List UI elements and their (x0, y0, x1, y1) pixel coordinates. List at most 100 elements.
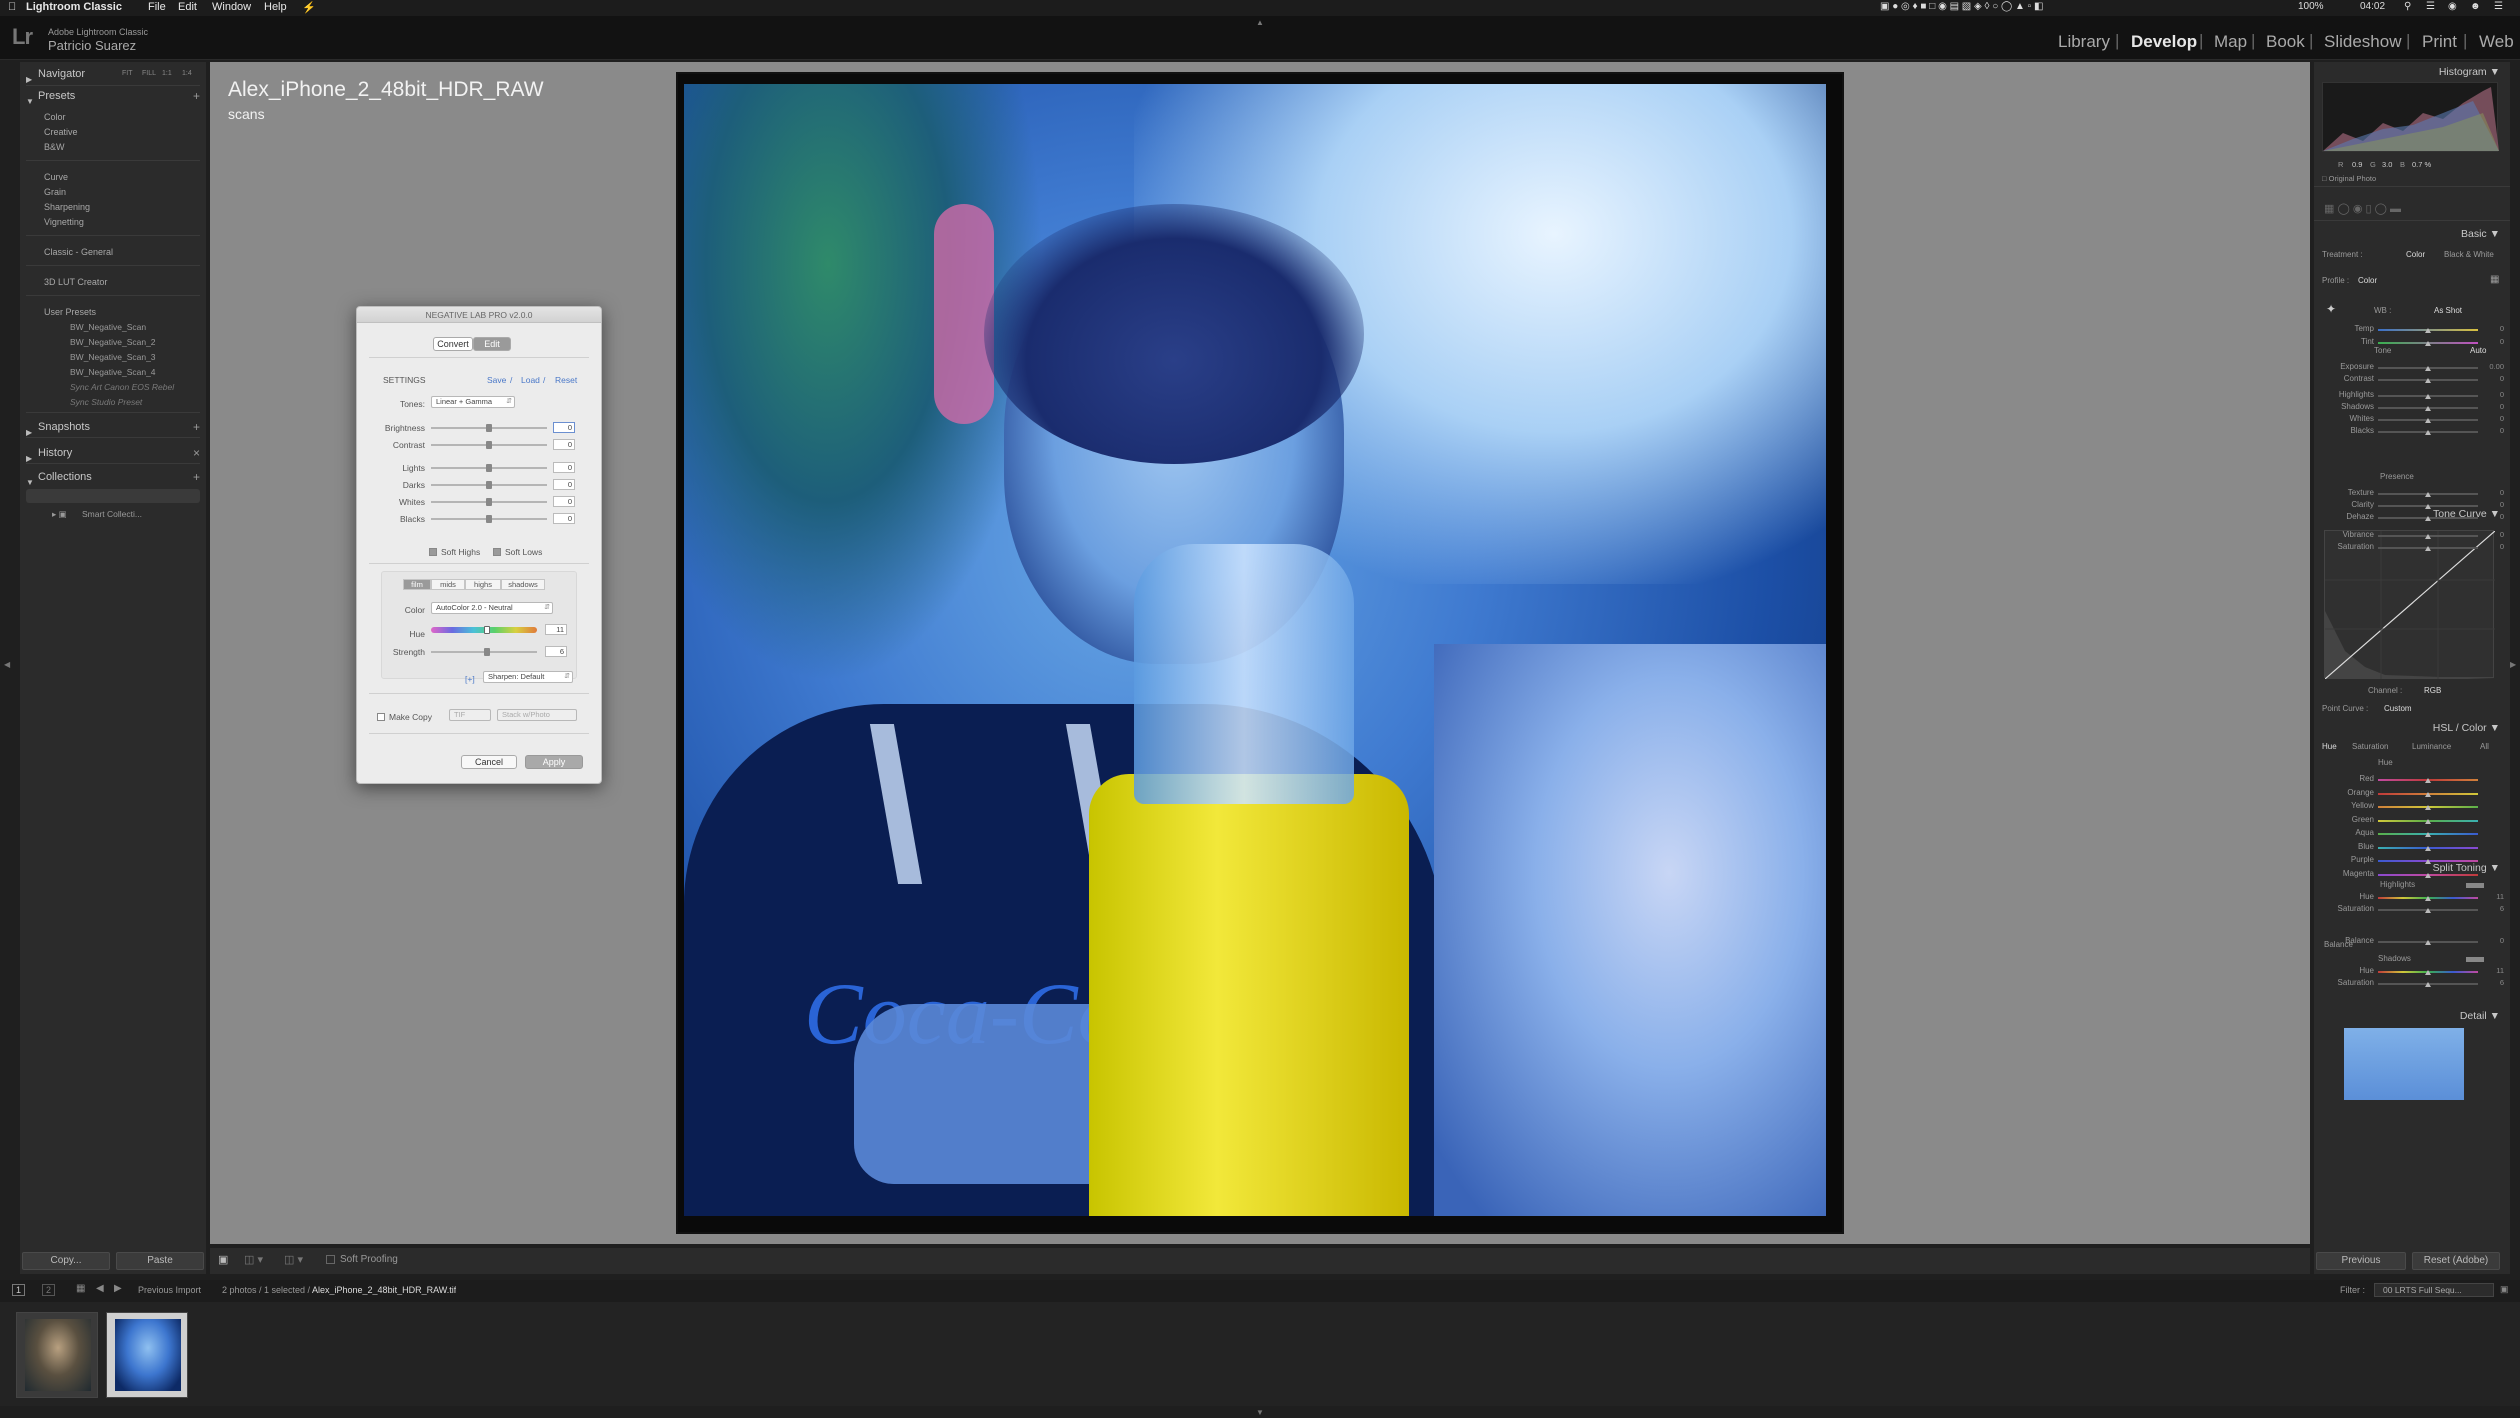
menu-edit[interactable]: Edit (178, 1, 197, 13)
collapse-left-icon[interactable]: ◀ (4, 660, 10, 669)
preset-group-creative[interactable]: Creative (44, 127, 78, 137)
collapse-top-icon[interactable]: ▲ (1256, 18, 1264, 27)
user-preset-item[interactable]: BW_Negative_Scan_4 (70, 367, 156, 377)
eyedropper-icon[interactable]: ✦ (2326, 302, 2336, 316)
tone-exposure-knob[interactable] (2425, 366, 2431, 371)
blacks-value[interactable]: 0 (553, 513, 575, 524)
hsl-red-knob[interactable] (2425, 778, 2431, 783)
tone-highlights-value[interactable]: 0 (2482, 390, 2504, 399)
menu-file[interactable]: File (148, 1, 166, 13)
user-preset-item[interactable]: BW_Negative_Scan_2 (70, 337, 156, 347)
lights-knob[interactable] (486, 464, 492, 472)
app-menu[interactable]: Lightroom Classic (26, 1, 122, 13)
thumbnail-1[interactable] (16, 1312, 98, 1398)
user-preset-item[interactable]: BW_Negative_Scan_3 (70, 352, 156, 362)
clock[interactable]: 04:02 (2360, 1, 2385, 12)
st-balance-knob[interactable] (2425, 940, 2431, 945)
tone-blacks-value[interactable]: 0 (2482, 426, 2504, 435)
tone-whites-value[interactable]: 0 (2482, 414, 2504, 423)
st-shadow-hue-knob[interactable] (2425, 970, 2431, 975)
snapshots-header[interactable]: ▶ Snapshots + (20, 417, 206, 437)
tone-exposure-value[interactable]: 0.00 (2482, 362, 2504, 371)
battery-percent[interactable]: 100% (2298, 1, 2324, 12)
forward-arrow-icon[interactable]: ▶ (114, 1283, 122, 1294)
back-arrow-icon[interactable]: ◀ (96, 1283, 104, 1294)
format-dropdown[interactable]: TIF (449, 709, 491, 721)
soft-highs-checkbox[interactable] (429, 548, 437, 556)
presence-clarity-value[interactable]: 0 (2482, 500, 2504, 509)
blacks-knob[interactable] (486, 515, 492, 523)
wb-temp-knob[interactable] (2425, 328, 2431, 333)
tone-shadows-knob[interactable] (2425, 406, 2431, 411)
basic-header[interactable]: Basic ▼ (2461, 228, 2500, 240)
wb-temp-value[interactable]: 0 (2482, 324, 2504, 333)
soft-lows-checkbox[interactable] (493, 548, 501, 556)
whites-value[interactable]: 0 (553, 496, 575, 507)
preset-group-curve[interactable]: Curve (44, 172, 68, 182)
hue-value[interactable]: 11 (545, 624, 567, 635)
selected-filename[interactable]: Alex_iPhone_2_48bit_HDR_RAW.tif (312, 1285, 456, 1295)
preset-group-sharpening[interactable]: Sharpening (44, 202, 90, 212)
auto-tone-button[interactable]: Auto (2470, 346, 2486, 355)
collection-filter[interactable] (26, 489, 200, 503)
tone-curve-graph[interactable] (2324, 530, 2496, 680)
wb-tint-knob[interactable] (2425, 341, 2431, 346)
preset-group-vignetting[interactable]: Vignetting (44, 217, 84, 227)
tone-shadows-value[interactable]: 0 (2482, 402, 2504, 411)
reset-link[interactable]: Reset (555, 375, 577, 385)
hsl-tab-saturation[interactable]: Saturation (2352, 742, 2388, 751)
profile-browser-icon[interactable]: ▦ (2490, 274, 2499, 285)
hsl-green-knob[interactable] (2425, 818, 2431, 824)
collapse-right-icon[interactable]: ▶ (2510, 660, 2516, 669)
module-print[interactable]: Print (2422, 32, 2457, 52)
hsl-blue-knob[interactable] (2425, 845, 2431, 851)
detail-preview[interactable] (2344, 1028, 2464, 1100)
tone-contrast-knob[interactable] (2425, 378, 2431, 383)
smart-collection[interactable]: Smart Collecti... (82, 509, 142, 519)
compare-icon[interactable]: ◫ ▾ (284, 1253, 303, 1266)
load-link[interactable]: Load (521, 375, 540, 385)
st-shadow-hue-value[interactable]: 11 (2482, 966, 2504, 975)
tab-convert[interactable]: Convert (433, 337, 473, 351)
photo-preview[interactable]: Coca-Cola (676, 72, 1844, 1234)
status-icons[interactable]: ▣ ● ◎ ♦ ■ □ ◉ ▤ ▧ ◈ ◊ ○ ◯ ▲ ▫ ◧ (1880, 1, 2043, 12)
previous-button[interactable]: Previous (2316, 1252, 2406, 1270)
module-map[interactable]: Map (2214, 32, 2247, 52)
user-icon[interactable]: ☻ (2470, 1, 2481, 12)
filter-lock-icon[interactable]: ▣ (2500, 1284, 2509, 1295)
make-copy-checkbox[interactable] (377, 713, 385, 721)
color-dropdown[interactable]: AutoColor 2.0 - Neutral ⇵ (431, 602, 553, 614)
menu-help[interactable]: Help (264, 1, 287, 13)
tab-edit[interactable]: Edit (473, 337, 511, 351)
tool-strip-icons[interactable]: ▦ ◯ ◉ ▯ ◯ ▬ (2324, 202, 2401, 215)
presence-saturation-value[interactable]: 0 (2482, 542, 2504, 551)
before-after-icon[interactable]: ◫ ▾ (244, 1253, 263, 1266)
smart-collection-icon[interactable]: ▸ ▣ (52, 509, 67, 520)
tone-contrast-value[interactable]: 0 (2482, 374, 2504, 383)
display-2-button[interactable]: 2 (42, 1284, 56, 1296)
collapse-bottom-icon[interactable]: ▼ (1256, 1408, 1264, 1417)
preset-group-classic[interactable]: Classic - General (44, 247, 113, 257)
collections-header[interactable]: ▼ Collections + (20, 467, 206, 487)
search-icon[interactable]: ⚲ (2404, 1, 2411, 12)
treatment-bw[interactable]: Black & White (2444, 250, 2494, 259)
treatment-color[interactable]: Color (2406, 250, 2425, 259)
presence-vibrance-knob[interactable] (2425, 534, 2431, 539)
hsl-tab-luminance[interactable]: Luminance (2412, 742, 2451, 751)
bolt-icon[interactable]: ⚡ (302, 1, 316, 14)
darks-value[interactable]: 0 (553, 479, 575, 490)
user-preset-item[interactable]: BW_Negative_Scan (70, 322, 146, 332)
brightness-value[interactable]: 0 (553, 422, 575, 433)
segment-highs[interactable]: highs (465, 579, 501, 590)
st-highlight-saturation-knob[interactable] (2425, 908, 2431, 913)
segment-mids[interactable]: mids (431, 579, 465, 590)
presence-dehaze-knob[interactable] (2425, 516, 2431, 521)
hsl-orange-knob[interactable] (2425, 791, 2431, 797)
loupe-view-icon[interactable]: ▣ (218, 1253, 228, 1266)
histogram-header[interactable]: Histogram ▼ (2439, 66, 2500, 78)
filter-dropdown[interactable]: 00 LRTS Full Sequ... (2374, 1283, 2494, 1297)
presence-texture-knob[interactable] (2425, 492, 2431, 497)
contrast-knob[interactable] (486, 441, 492, 449)
st-highlight-hue-knob[interactable] (2425, 896, 2431, 901)
sharpen-dropdown[interactable]: Sharpen: Default ⇵ (483, 671, 573, 683)
